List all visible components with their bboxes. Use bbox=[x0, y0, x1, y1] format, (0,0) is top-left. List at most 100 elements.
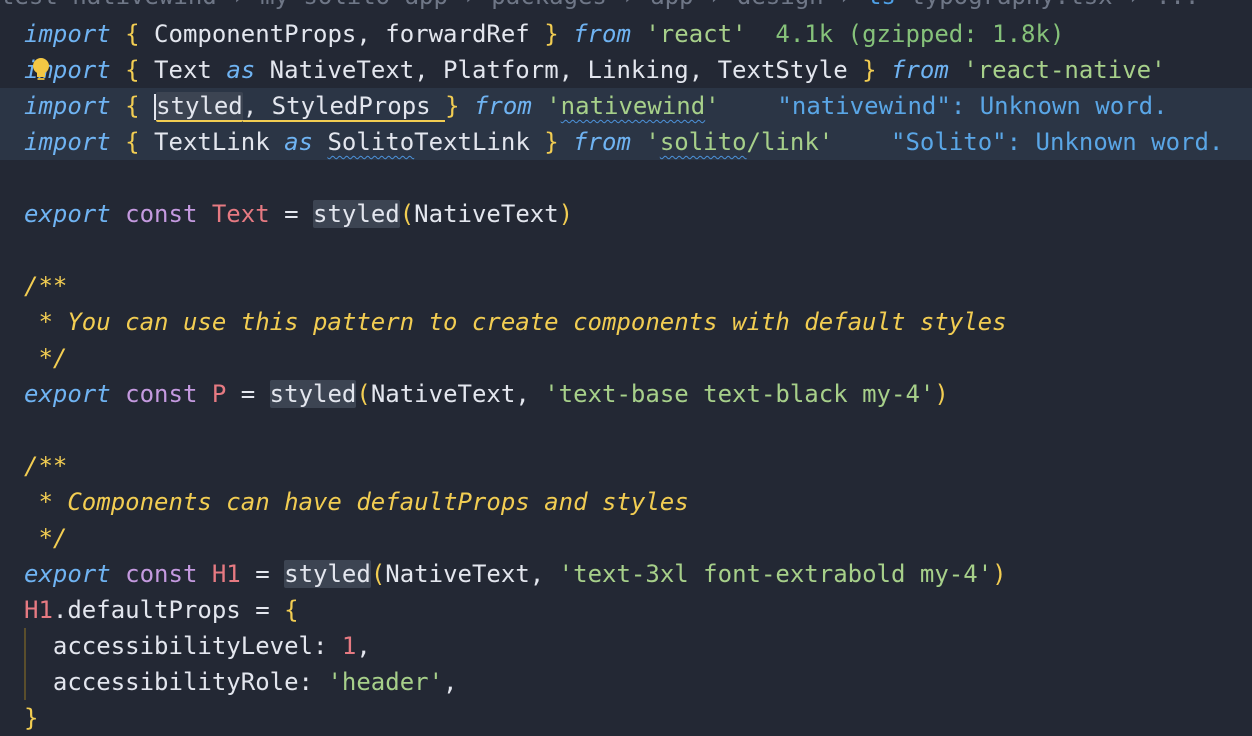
brace: } bbox=[544, 128, 559, 156]
brace: { bbox=[125, 20, 140, 48]
colon: : bbox=[298, 668, 328, 696]
keyword: import bbox=[24, 128, 111, 156]
typescript-file-icon: ts bbox=[867, 0, 896, 10]
module-string: 'react' bbox=[645, 20, 747, 48]
code-line-9: * You can use this pattern to create com… bbox=[24, 308, 1007, 336]
keyword: from bbox=[573, 20, 631, 48]
class-string: 'text-base text-black my-4' bbox=[544, 380, 935, 408]
code-line-13: /** bbox=[24, 452, 68, 480]
import-alias-spell-warning[interactable]: Solito bbox=[327, 128, 414, 156]
code-line-19: accessibilityRole: 'header', bbox=[24, 664, 1252, 700]
import-names: NativeText, Platform, Linking, TextStyle bbox=[255, 56, 863, 84]
code-line-11: export const P = styled(NativeText, 'tex… bbox=[24, 376, 1252, 412]
number-value: 1 bbox=[341, 632, 357, 660]
quote: ' bbox=[546, 92, 561, 120]
code-line-2: import { Text as NativeText, Platform, L… bbox=[24, 52, 1252, 88]
module-string: 'react-native' bbox=[963, 56, 1166, 84]
comma: , bbox=[356, 632, 371, 660]
keyword: from bbox=[891, 56, 949, 84]
code-editor[interactable]: import { ComponentProps, forwardRef } fr… bbox=[0, 16, 1252, 736]
keyword: as bbox=[284, 128, 314, 156]
code-line-14: * Components can have defaultProps and s… bbox=[24, 488, 689, 516]
code-line-8: /** bbox=[24, 272, 68, 300]
module-string-spell-warning[interactable]: nativewind bbox=[561, 92, 706, 120]
keyword: export bbox=[24, 380, 111, 408]
code-line-17: H1.defaultProps = { bbox=[24, 592, 1252, 628]
code-line-16: export const H1 = styled(NativeText, 'te… bbox=[24, 556, 1252, 592]
paren: ( bbox=[399, 200, 415, 228]
import-names: , StyledProps bbox=[242, 92, 446, 122]
keyword: from bbox=[573, 128, 631, 156]
import-alias: TextLink bbox=[414, 128, 545, 156]
indent-guide bbox=[24, 628, 26, 664]
indent-guide bbox=[24, 664, 26, 700]
spell-check-diagnostic: "nativewind": Unknown word. bbox=[777, 92, 1168, 120]
variable-name: Text bbox=[211, 200, 270, 228]
property-assignment: .defaultProps = bbox=[52, 596, 285, 624]
code-line-3: import { styled, StyledProps } from 'nat… bbox=[0, 88, 1252, 124]
brace: { bbox=[284, 596, 299, 624]
operator: = bbox=[269, 200, 314, 228]
keyword: export bbox=[24, 560, 111, 588]
object-key: accessibilityRole bbox=[52, 668, 299, 696]
module-string: /link bbox=[746, 128, 819, 156]
code-line-4: import { TextLink as SolitoTextLink } fr… bbox=[0, 124, 1252, 160]
object-key: accessibilityLevel bbox=[52, 632, 313, 660]
paren: ( bbox=[370, 560, 386, 588]
brace: } bbox=[862, 56, 877, 84]
module-string-spell-warning[interactable]: solito bbox=[660, 128, 747, 156]
paren: ( bbox=[356, 380, 371, 408]
keyword: from bbox=[473, 92, 532, 120]
breadcrumb[interactable]: test-nativewind › my-solito-app › packag… bbox=[0, 0, 1199, 8]
code-line-6: export const Text = styled(NativeText) bbox=[24, 196, 1252, 232]
operator: = bbox=[240, 560, 285, 588]
code-line-10: */ bbox=[24, 344, 68, 372]
code-line-20: } bbox=[24, 704, 39, 732]
quote: ' bbox=[705, 92, 720, 120]
function-call-highlighted: styled bbox=[284, 560, 371, 588]
keyword: import bbox=[24, 92, 111, 120]
brace: } bbox=[544, 20, 559, 48]
keyword: const bbox=[125, 380, 198, 408]
keyword: const bbox=[125, 200, 198, 228]
import-name: TextLink bbox=[139, 128, 285, 156]
variable-name: H1 bbox=[211, 560, 241, 588]
keyword: import bbox=[24, 20, 111, 48]
code-line-1: import { ComponentProps, forwardRef } fr… bbox=[24, 16, 1252, 52]
paren: ) bbox=[558, 200, 574, 228]
breadcrumb-more[interactable]: › ... bbox=[1113, 0, 1199, 10]
import-name-selected: styled bbox=[156, 92, 243, 122]
class-string: 'text-3xl font-extrabold my-4' bbox=[558, 560, 993, 588]
variable-name: P bbox=[211, 380, 227, 408]
quote: ' bbox=[645, 128, 660, 156]
brace: } bbox=[445, 92, 460, 120]
paren: ) bbox=[992, 560, 1007, 588]
keyword: as bbox=[226, 56, 256, 84]
breadcrumb-file[interactable]: typography.tsx bbox=[910, 0, 1112, 10]
comma: , bbox=[443, 668, 458, 696]
variable-name: H1 bbox=[24, 596, 53, 624]
lightbulb-icon[interactable] bbox=[30, 57, 52, 83]
operator: = bbox=[226, 380, 270, 408]
quote: ' bbox=[818, 128, 834, 156]
spell-check-diagnostic: "Solito": Unknown word. bbox=[891, 128, 1224, 156]
argument: NativeText bbox=[414, 200, 559, 228]
brace: { bbox=[125, 128, 140, 156]
breadcrumb-path[interactable]: test-nativewind › my-solito-app › packag… bbox=[0, 0, 867, 10]
code-line-18: accessibilityLevel: 1, bbox=[24, 628, 1252, 664]
keyword: const bbox=[125, 560, 198, 588]
import-names: ComponentProps, forwardRef bbox=[139, 20, 545, 48]
colon: : bbox=[313, 632, 342, 660]
argument: NativeText, bbox=[385, 560, 559, 588]
import-name: Text bbox=[139, 56, 227, 84]
brace: { bbox=[125, 56, 140, 84]
code-line-15: */ bbox=[24, 524, 68, 552]
brace: { bbox=[125, 92, 140, 120]
keyword: export bbox=[24, 200, 111, 228]
import-cost-hint: 4.1k (gzipped: 1.8k) bbox=[775, 20, 1065, 48]
function-call-highlighted: styled bbox=[313, 200, 400, 228]
string-value: 'header' bbox=[327, 668, 444, 696]
